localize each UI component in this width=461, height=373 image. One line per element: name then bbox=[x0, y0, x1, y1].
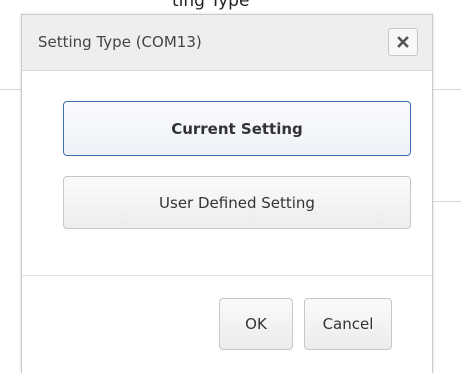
current-setting-button[interactable]: Current Setting bbox=[63, 101, 411, 156]
close-icon bbox=[397, 36, 409, 48]
background-divider-left bbox=[0, 89, 22, 90]
setting-type-dialog: Setting Type (COM13) Current Setting Use… bbox=[21, 14, 433, 373]
background-page-title: ting Type bbox=[172, 0, 250, 11]
dialog-header: Setting Type (COM13) bbox=[22, 15, 432, 71]
user-defined-setting-button[interactable]: User Defined Setting bbox=[63, 176, 411, 229]
background-divider-right bbox=[433, 89, 461, 90]
dialog-title: Setting Type (COM13) bbox=[38, 33, 202, 51]
ok-button[interactable]: OK bbox=[219, 298, 293, 350]
background-divider-right-lower bbox=[433, 201, 461, 202]
close-button[interactable] bbox=[388, 28, 418, 56]
dialog-divider bbox=[22, 275, 432, 276]
cancel-button[interactable]: Cancel bbox=[304, 298, 392, 350]
